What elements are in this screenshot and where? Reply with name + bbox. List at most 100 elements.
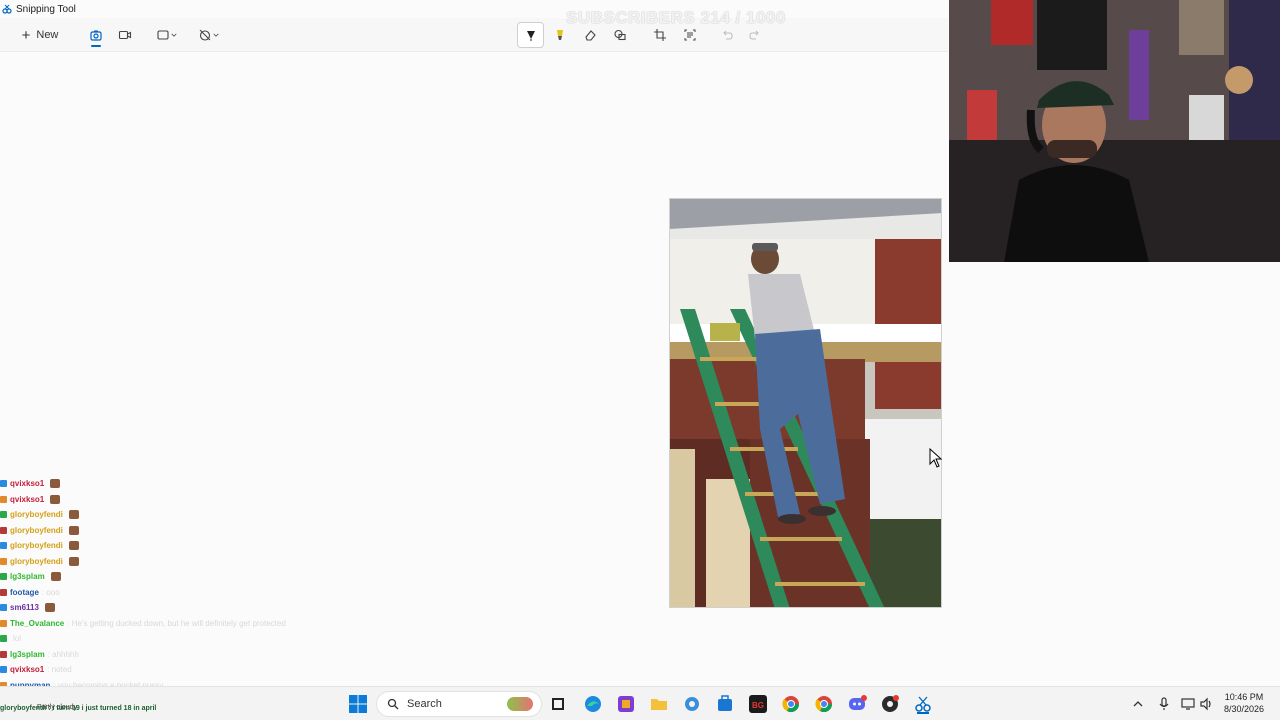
chat-badge-icon xyxy=(0,666,7,674)
plus-icon: + xyxy=(21,26,31,44)
snipped-image xyxy=(669,198,942,608)
chat-message: gloryboyfendi xyxy=(0,538,330,554)
discord-icon[interactable] xyxy=(847,694,867,714)
snip-shape-dropdown[interactable] xyxy=(152,22,182,48)
chat-username: qvixkso1 xyxy=(10,665,45,675)
chat-username: lg3splam xyxy=(10,572,45,582)
window-title: Snipping Tool xyxy=(16,3,76,15)
shapes-icon xyxy=(614,29,626,41)
chat-text: lol xyxy=(13,634,22,644)
chat-badge-icon xyxy=(0,619,7,627)
chat-badge-icon xyxy=(0,635,7,643)
chat-badge-icon xyxy=(0,650,7,658)
pen-icon xyxy=(526,31,535,41)
taskbar-search[interactable]: Search xyxy=(376,691,542,717)
webcam-overlay xyxy=(949,0,1280,262)
app-icon-bg[interactable]: BG xyxy=(748,694,768,714)
chat-username: The_Ovalance xyxy=(10,618,65,628)
file-explorer-icon[interactable] xyxy=(649,694,669,714)
clock-time: 10:46 PM xyxy=(1224,692,1264,702)
clock-date: 8/30/2026 xyxy=(1223,704,1265,714)
camera-icon xyxy=(90,30,102,41)
snip-mode-image-button[interactable] xyxy=(82,22,110,48)
chat-badge-icon xyxy=(0,588,7,596)
chat-emote-icon xyxy=(50,494,61,504)
chevron-down-icon xyxy=(213,33,219,37)
subscriber-goal-overlay: SUBSCRIBERS 214 / 1000 xyxy=(566,8,786,27)
store-icon[interactable] xyxy=(715,694,735,714)
chrome-profile-icon[interactable] xyxy=(781,694,801,714)
chat-message: lg3splam xyxy=(0,569,330,585)
chat-username: qvixkso1 xyxy=(10,494,45,504)
edge-icon[interactable] xyxy=(583,694,603,714)
video-icon xyxy=(118,30,132,40)
chat-badge-icon xyxy=(0,573,7,581)
chat-message: lol xyxy=(0,631,330,647)
new-button-label: New xyxy=(36,29,59,41)
chat-badge-icon xyxy=(0,526,7,534)
svg-text:BG: BG xyxy=(752,701,764,710)
chat-ticker: gloryboyfendi : i turn 19 i just turned … xyxy=(0,705,157,712)
chat-message: qvixkso1 xyxy=(0,476,330,492)
undo-icon xyxy=(723,30,733,40)
eraser-icon xyxy=(585,30,596,41)
chat-text: : ahhhhh xyxy=(47,649,79,659)
chat-message: gloryboyfendi xyxy=(0,554,330,570)
chat-emote-icon xyxy=(50,572,61,582)
chat-message: footage: ooo xyxy=(0,585,330,601)
webcam-feed xyxy=(949,0,1280,262)
snipping-tool-taskbar-icon[interactable] xyxy=(913,694,933,714)
chat-message: gloryboyfendi xyxy=(0,507,330,523)
chat-username: lg3splam xyxy=(10,649,45,659)
chat-username: sm6113 xyxy=(10,603,39,613)
text-actions-icon xyxy=(684,29,696,41)
snipping-tool-app-icon xyxy=(2,4,12,14)
taskbar: Search BG 10:46 PM 8/30/2026 xyxy=(0,686,1280,720)
redo-icon xyxy=(749,30,759,40)
chat-badge-icon xyxy=(0,542,7,550)
chat-text: : ooo xyxy=(41,587,60,597)
chat-emote-icon xyxy=(68,556,79,566)
chat-message: The_Ovalance: He's getting ducked down, … xyxy=(0,616,330,632)
chat-username: gloryboyfendi xyxy=(10,510,63,520)
no-timer-icon xyxy=(199,29,211,41)
chat-text: : noted xyxy=(47,665,72,675)
search-placeholder: Search xyxy=(407,698,442,710)
chevron-down-icon xyxy=(171,33,177,37)
mouse-cursor-icon xyxy=(929,448,943,468)
snip-mode-video-button[interactable] xyxy=(112,22,138,48)
search-icon xyxy=(387,698,399,710)
chrome-icon[interactable] xyxy=(814,694,834,714)
network-icon[interactable] xyxy=(1180,696,1196,712)
chevron-up-icon[interactable] xyxy=(1130,696,1146,712)
chat-message: qvixkso1 xyxy=(0,492,330,508)
chat-username: gloryboyfendi xyxy=(10,525,63,535)
volume-icon[interactable] xyxy=(1199,696,1215,712)
chat-emote-icon xyxy=(68,525,79,535)
toolbar: + New xyxy=(0,18,948,52)
chat-username: footage xyxy=(10,587,39,597)
new-button[interactable]: + New xyxy=(12,22,68,48)
system-clock[interactable]: 10:46 PM 8/30/2026 xyxy=(1218,691,1270,715)
highlighter-icon xyxy=(557,30,563,40)
ballpoint-pen-button[interactable] xyxy=(517,22,544,48)
chat-message: gloryboyfendi xyxy=(0,523,330,539)
chat-username: gloryboyfendi xyxy=(10,556,63,566)
task-view-icon[interactable] xyxy=(548,694,568,714)
obs-icon[interactable] xyxy=(880,694,900,714)
chat-badge-icon xyxy=(0,495,7,503)
chat-username: gloryboyfendi xyxy=(10,541,63,551)
chat-badge-icon xyxy=(0,480,7,488)
settings-icon[interactable] xyxy=(682,694,702,714)
chat-message: qvixkso1: noted xyxy=(0,662,330,678)
chat-message: sm6113 xyxy=(0,600,330,616)
timer-dropdown[interactable] xyxy=(194,22,224,48)
chat-emote-icon xyxy=(68,541,79,551)
chat-badge-icon xyxy=(0,557,7,565)
chat-badge-icon xyxy=(0,511,7,519)
desktop: Snipping Tool + New SUBSCRIBERS 214 / 10… xyxy=(0,0,1280,720)
microphone-icon[interactable] xyxy=(1156,696,1172,712)
start-windows-icon[interactable] xyxy=(348,694,368,714)
chat-overlay: qvixkso1 qvixkso1 gloryboyfendi gloryboyfen… xyxy=(0,476,330,709)
app-icon-1[interactable] xyxy=(616,694,636,714)
